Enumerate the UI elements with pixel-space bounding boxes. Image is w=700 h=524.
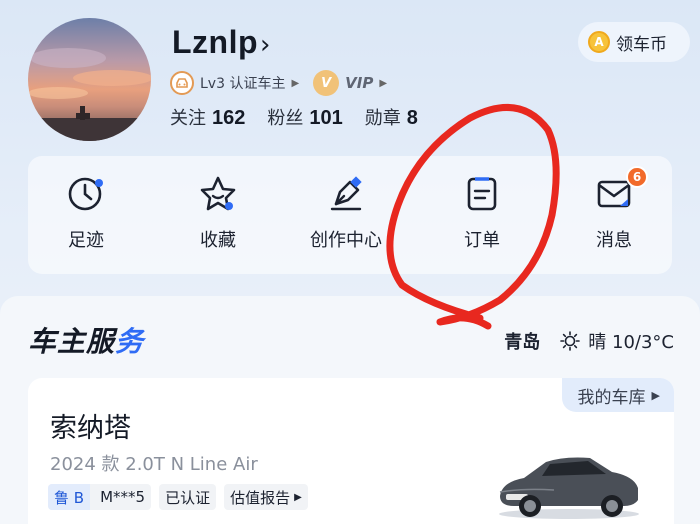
vip-icon: V xyxy=(313,70,340,96)
weather-city: 青岛 xyxy=(504,332,541,353)
menu-item-footprint[interactable]: 足迹 xyxy=(36,174,136,252)
caret-right-icon: ▶ xyxy=(291,77,300,89)
claim-coins-label: 领车币 xyxy=(616,34,667,55)
menu-item-favorites[interactable]: 收藏 xyxy=(168,174,268,252)
caret-right-icon: ▶ xyxy=(294,491,302,503)
profile-chevron-icon[interactable]: › xyxy=(260,30,270,60)
car-name: 索纳塔 xyxy=(50,413,131,444)
my-garage-label: 我的车库 xyxy=(577,387,646,408)
stat-value: 162 xyxy=(212,107,246,129)
pen-icon xyxy=(330,176,362,211)
valuation-report-button[interactable]: 估值报告 ▶ xyxy=(224,484,308,510)
menu-item-label: 收藏 xyxy=(200,230,236,251)
menu-item-label: 创作中心 xyxy=(310,230,382,251)
order-icon xyxy=(467,177,497,211)
quick-menu: 足迹 收藏 创作中心 订单 6 消息 xyxy=(28,156,672,274)
stat-value: 8 xyxy=(406,107,418,129)
menu-item-label: 消息 xyxy=(596,230,632,251)
clock-icon xyxy=(68,177,103,211)
car-tags: 鲁 B M***5 已认证 估值报告 ▶ xyxy=(48,484,308,510)
stat-followers[interactable]: 粉丝 101 xyxy=(267,104,342,130)
username[interactable]: Lznlp xyxy=(172,24,258,61)
vip-badge[interactable]: V VIP ▶ xyxy=(313,70,387,96)
menu-item-messages[interactable]: 6 消息 xyxy=(564,166,664,252)
menu-item-label: 足迹 xyxy=(68,230,104,251)
verified-tag: 已认证 xyxy=(159,484,217,510)
menu-item-label: 订单 xyxy=(464,230,500,251)
level-badge-label: Lv3 认证车主 xyxy=(200,76,286,92)
level-badge[interactable]: Lv3 认证车主 ▶ xyxy=(170,71,299,95)
stat-medals[interactable]: 勋章 8 xyxy=(365,104,418,130)
weather-text: 晴 10/3°C xyxy=(588,332,674,353)
caret-right-icon: ▶ xyxy=(651,388,660,402)
plate-province: 鲁 B xyxy=(48,484,91,510)
owner-service-panel: 车主服务 青岛 晴 10/3°C 我的车库 ▶ 索纳塔 2024 款 2.0T … xyxy=(0,296,700,524)
stat-label: 勋章 xyxy=(364,108,401,129)
menu-item-creator-center[interactable]: 创作中心 xyxy=(296,174,396,252)
avatar[interactable] xyxy=(28,18,151,141)
section-title-accent: 务 xyxy=(115,325,145,358)
car-card[interactable]: 我的车库 ▶ 索纳塔 2024 款 2.0T N Line Air 鲁 B M*… xyxy=(28,378,674,524)
car-owner-icon xyxy=(170,71,194,95)
car-image xyxy=(499,457,639,519)
user-badges: Lv3 认证车主 ▶ V VIP ▶ xyxy=(170,70,387,96)
plate-number: M***5 xyxy=(100,488,146,506)
weather-widget[interactable]: 青岛 晴 10/3°C xyxy=(504,328,674,354)
vip-label: VIP xyxy=(345,74,374,92)
stat-label: 关注 xyxy=(170,108,206,129)
sun-icon xyxy=(560,331,581,351)
valuation-label: 估值报告 xyxy=(230,488,291,507)
claim-coins-button[interactable]: A 领车币 xyxy=(578,22,690,62)
profile-stats: 关注 162 粉丝 101 勋章 8 xyxy=(170,104,418,130)
license-plate: 鲁 B M***5 xyxy=(48,484,152,510)
stat-value: 101 xyxy=(309,107,343,129)
menu-item-orders[interactable]: 订单 xyxy=(432,174,532,252)
star-icon xyxy=(200,176,236,211)
caret-right-icon: ▶ xyxy=(379,77,388,89)
section-title-main: 车主服 xyxy=(28,325,116,358)
unread-count-badge: 6 xyxy=(626,166,648,188)
car-model: 2024 款 2.0T N Line Air xyxy=(50,454,258,475)
verified-label: 已认证 xyxy=(165,488,211,507)
stat-label: 粉丝 xyxy=(267,108,304,129)
coin-icon: A xyxy=(588,31,610,53)
my-garage-button[interactable]: 我的车库 ▶ xyxy=(561,378,674,412)
stat-following[interactable]: 关注 162 xyxy=(170,104,245,130)
section-title: 车主服务 xyxy=(28,320,144,360)
